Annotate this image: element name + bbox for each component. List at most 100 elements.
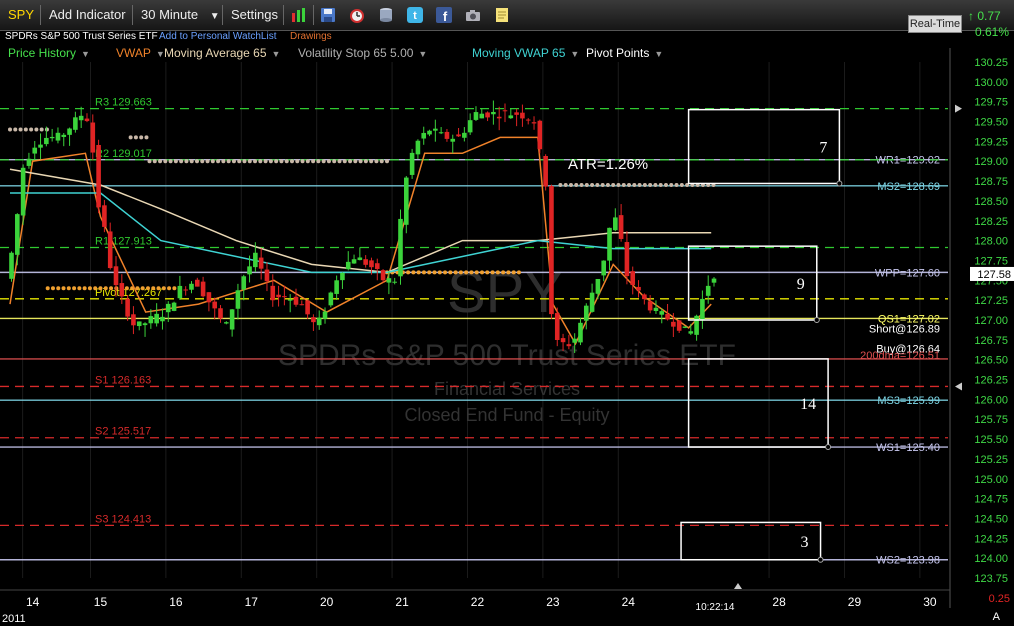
candle-body [531, 122, 537, 124]
candle-body [15, 214, 20, 255]
stop-dot [353, 159, 358, 164]
candle-body [653, 307, 659, 311]
candle-body [282, 296, 287, 298]
candle-body [473, 112, 479, 120]
stop-dot [210, 159, 215, 164]
candle-body [374, 263, 380, 269]
stop-dot [29, 127, 34, 132]
level-label: WR1=129.02 [875, 155, 940, 167]
stop-dot [77, 286, 82, 291]
candle-body [595, 278, 601, 294]
candle-body [554, 313, 560, 341]
price-chart[interactable]: SPY SPDRs S&P 500 Trust Series ETF Finan… [0, 0, 1014, 626]
candle-body [194, 279, 200, 287]
price-tick-label: 129.50 [974, 117, 1008, 129]
candle-body [351, 259, 357, 264]
stop-dot [411, 270, 416, 275]
candle-body [131, 314, 136, 326]
stop-dot [128, 135, 133, 140]
price-tick-label: 125.50 [974, 434, 1008, 446]
time-tick-label: 30 [923, 595, 937, 609]
candle-body [566, 344, 572, 347]
price-tick-label: 128.25 [974, 216, 1008, 228]
stop-dot [231, 159, 236, 164]
atr-annotation: ATR=1.26% [568, 156, 648, 173]
stop-dot [321, 159, 326, 164]
candle-body [682, 326, 688, 328]
candle-body [502, 110, 508, 112]
lower-pane-tick: A [993, 611, 1001, 623]
stop-dot [295, 159, 300, 164]
stop-dot [145, 286, 150, 291]
stop-dot [140, 286, 145, 291]
year-label: 2011 [2, 613, 26, 625]
stop-dot [605, 183, 610, 188]
stop-dot [385, 159, 389, 164]
price-tick-label: 125.75 [974, 414, 1008, 426]
stop-dot [289, 159, 294, 164]
candle-body [253, 252, 258, 268]
candle-body [543, 156, 548, 187]
candle-body [589, 292, 595, 312]
box-handle [825, 444, 832, 451]
time-tick-label: 23 [546, 595, 560, 609]
stop-dot [34, 127, 39, 132]
box-handle [813, 317, 820, 323]
candle-body [90, 122, 96, 153]
stop-dot [616, 183, 621, 188]
stop-dot [427, 270, 432, 275]
candle-body [537, 120, 543, 150]
price-tick-label: 130.25 [974, 57, 1008, 69]
candle-body [444, 131, 450, 139]
stop-dot [658, 183, 663, 188]
candle-body [316, 317, 322, 326]
stop-dot [363, 159, 368, 164]
candle-body [380, 270, 386, 281]
candle-body [578, 322, 583, 343]
candle-body [705, 285, 711, 296]
pivot-label: S2 125.517 [95, 426, 151, 438]
candle-body [514, 112, 519, 115]
stop-dot [61, 286, 66, 291]
lower-pane-tick: 0.25 [989, 593, 1010, 605]
stop-dot [337, 159, 342, 164]
candle-body [142, 323, 148, 326]
candle-body [560, 338, 566, 343]
candle-body [624, 242, 630, 277]
candle-body [369, 260, 374, 268]
stop-dot [326, 159, 331, 164]
candle-body [73, 117, 78, 130]
candle-body [618, 215, 624, 239]
candle-body [113, 266, 119, 286]
candle-body [328, 292, 334, 306]
stop-dot [268, 159, 273, 164]
stop-dot [406, 270, 411, 275]
candle-body [183, 289, 188, 291]
candle-body [165, 303, 171, 313]
candle-body [525, 119, 531, 121]
stop-dot [579, 183, 584, 188]
price-tick-label: 129.25 [974, 136, 1008, 148]
candle-body [363, 259, 368, 265]
candle-body [136, 321, 142, 327]
stop-dot [161, 286, 166, 291]
stop-dot [627, 183, 632, 188]
stop-dot [679, 183, 684, 188]
candle-body [688, 331, 694, 334]
time-tick-label: 21 [395, 595, 409, 609]
candle-body [125, 298, 130, 317]
stop-dot [279, 159, 284, 164]
stop-dot [253, 159, 258, 164]
annotation-box [687, 108, 841, 185]
time-tick-label: 17 [245, 595, 259, 609]
price-tick-label: 127.25 [974, 295, 1008, 307]
time-tick-label: 22 [471, 595, 485, 609]
stop-dot [611, 183, 616, 188]
stop-dot [82, 286, 87, 291]
stop-dot [226, 159, 231, 164]
candle-body [340, 272, 345, 281]
candle-body [148, 316, 154, 324]
candle-body [357, 257, 363, 261]
stop-dot [124, 286, 129, 291]
candle-body [694, 315, 699, 335]
